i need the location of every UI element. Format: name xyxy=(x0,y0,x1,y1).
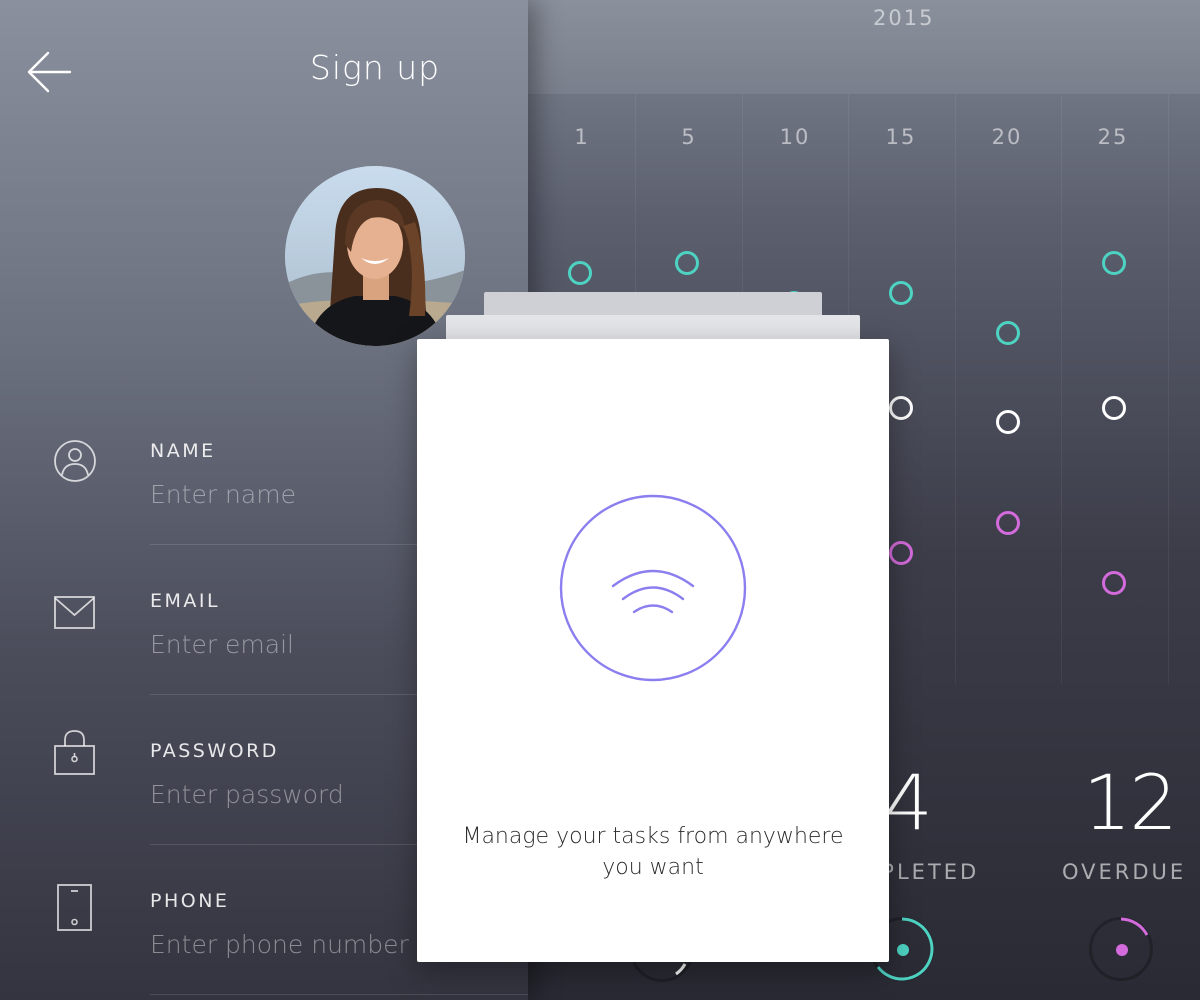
task-dot[interactable] xyxy=(675,251,699,275)
task-dot[interactable] xyxy=(1102,251,1126,275)
divider xyxy=(150,994,528,995)
overdue-progress-ring[interactable] xyxy=(1089,917,1153,981)
ring-dot xyxy=(1116,944,1128,956)
task-dot[interactable] xyxy=(889,396,913,420)
task-dot[interactable] xyxy=(996,511,1020,535)
lock-icon xyxy=(54,730,95,775)
task-dot[interactable] xyxy=(996,410,1020,434)
avatar[interactable] xyxy=(285,166,465,346)
phone-icon xyxy=(57,884,92,931)
onboarding-card[interactable]: Manage your tasks from anywhere you want xyxy=(417,339,889,962)
day-column xyxy=(1062,94,1169,684)
calendar-year-bar: 2015 xyxy=(520,0,1200,94)
task-dot[interactable] xyxy=(1102,571,1126,595)
name-input[interactable] xyxy=(150,474,450,514)
phone-label: PHONE xyxy=(150,890,230,912)
day-column xyxy=(955,94,1062,684)
day-label: 25 xyxy=(1097,125,1129,149)
day-label: 20 xyxy=(991,125,1023,149)
envelope-icon xyxy=(54,596,95,629)
task-dot[interactable] xyxy=(1102,396,1126,420)
day-label: 10 xyxy=(779,125,811,149)
calendar-year-label: 2015 xyxy=(873,6,935,30)
email-input[interactable] xyxy=(150,624,450,664)
card-description: Manage your tasks from anywhere you want xyxy=(462,824,844,880)
wifi-icon xyxy=(559,494,747,682)
overdue-label: OVERDUE xyxy=(1062,860,1187,884)
task-dot[interactable] xyxy=(889,281,913,305)
password-label: PASSWORD xyxy=(150,740,279,762)
user-icon xyxy=(54,440,96,482)
overdue-count: 12 xyxy=(1083,758,1178,847)
password-input[interactable] xyxy=(150,774,450,814)
page-title: Sign up xyxy=(309,48,441,87)
arrow-left-icon[interactable] xyxy=(26,50,74,94)
day-label: 5 xyxy=(681,125,697,149)
ring-dot xyxy=(897,944,909,956)
name-label: NAME xyxy=(150,440,216,462)
task-dot[interactable] xyxy=(996,321,1020,345)
avatar-photo xyxy=(285,166,465,346)
email-label: EMAIL xyxy=(150,590,221,612)
day-label: 15 xyxy=(885,125,917,149)
task-dot[interactable] xyxy=(568,261,592,285)
task-dot[interactable] xyxy=(889,541,913,565)
day-label: 1 xyxy=(574,125,590,149)
phone-input[interactable] xyxy=(150,924,450,964)
